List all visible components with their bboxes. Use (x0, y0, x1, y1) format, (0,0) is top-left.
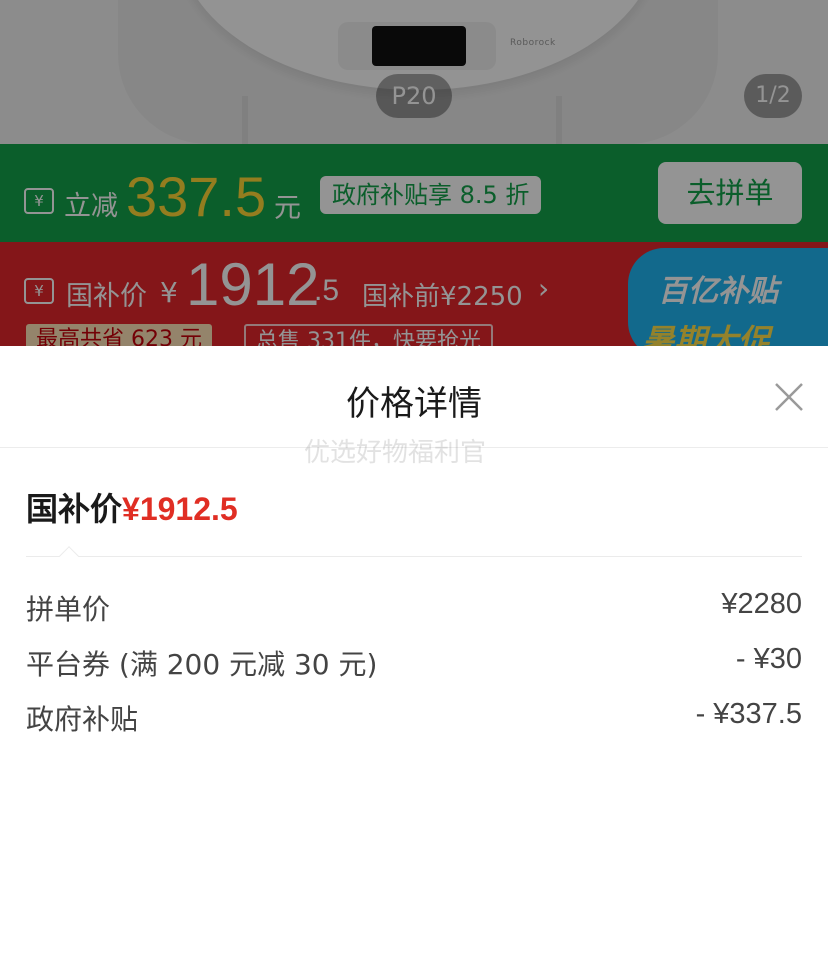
watermark: 优选好物福利官 (303, 438, 486, 468)
close-button[interactable] (768, 376, 810, 418)
modal-backdrop[interactable] (0, 0, 828, 346)
gov-price-summary-value: ¥1912.5 (122, 491, 238, 527)
price-detail-sheet: 价格详情 优选好物福利官 国补价¥1912.5 拼单价 ¥2280 平台券 (满… (0, 346, 828, 960)
sheet-title: 价格详情 (346, 384, 482, 424)
detail-row-gov-subsidy: 政府补贴 - ¥337.5 (26, 698, 802, 738)
detail-label: 政府补贴 (26, 703, 139, 736)
gov-price-summary-label: 国补价 (26, 490, 123, 528)
gov-price-summary: 国补价¥1912.5 (26, 484, 238, 530)
close-icon (775, 383, 803, 411)
detail-row-platform-coupon: 平台券 (满 200 元减 30 元) - ¥30 (26, 643, 802, 683)
divider-notch (59, 546, 79, 566)
divider (26, 556, 802, 557)
detail-value: ¥2280 (721, 588, 802, 620)
detail-value: - ¥337.5 (695, 698, 802, 730)
detail-value: - ¥30 (735, 643, 802, 675)
detail-label: 平台券 (满 200 元减 30 元) (26, 648, 378, 681)
detail-row-group-price: 拼单价 ¥2280 (26, 588, 802, 628)
detail-label: 拼单价 (26, 593, 111, 626)
